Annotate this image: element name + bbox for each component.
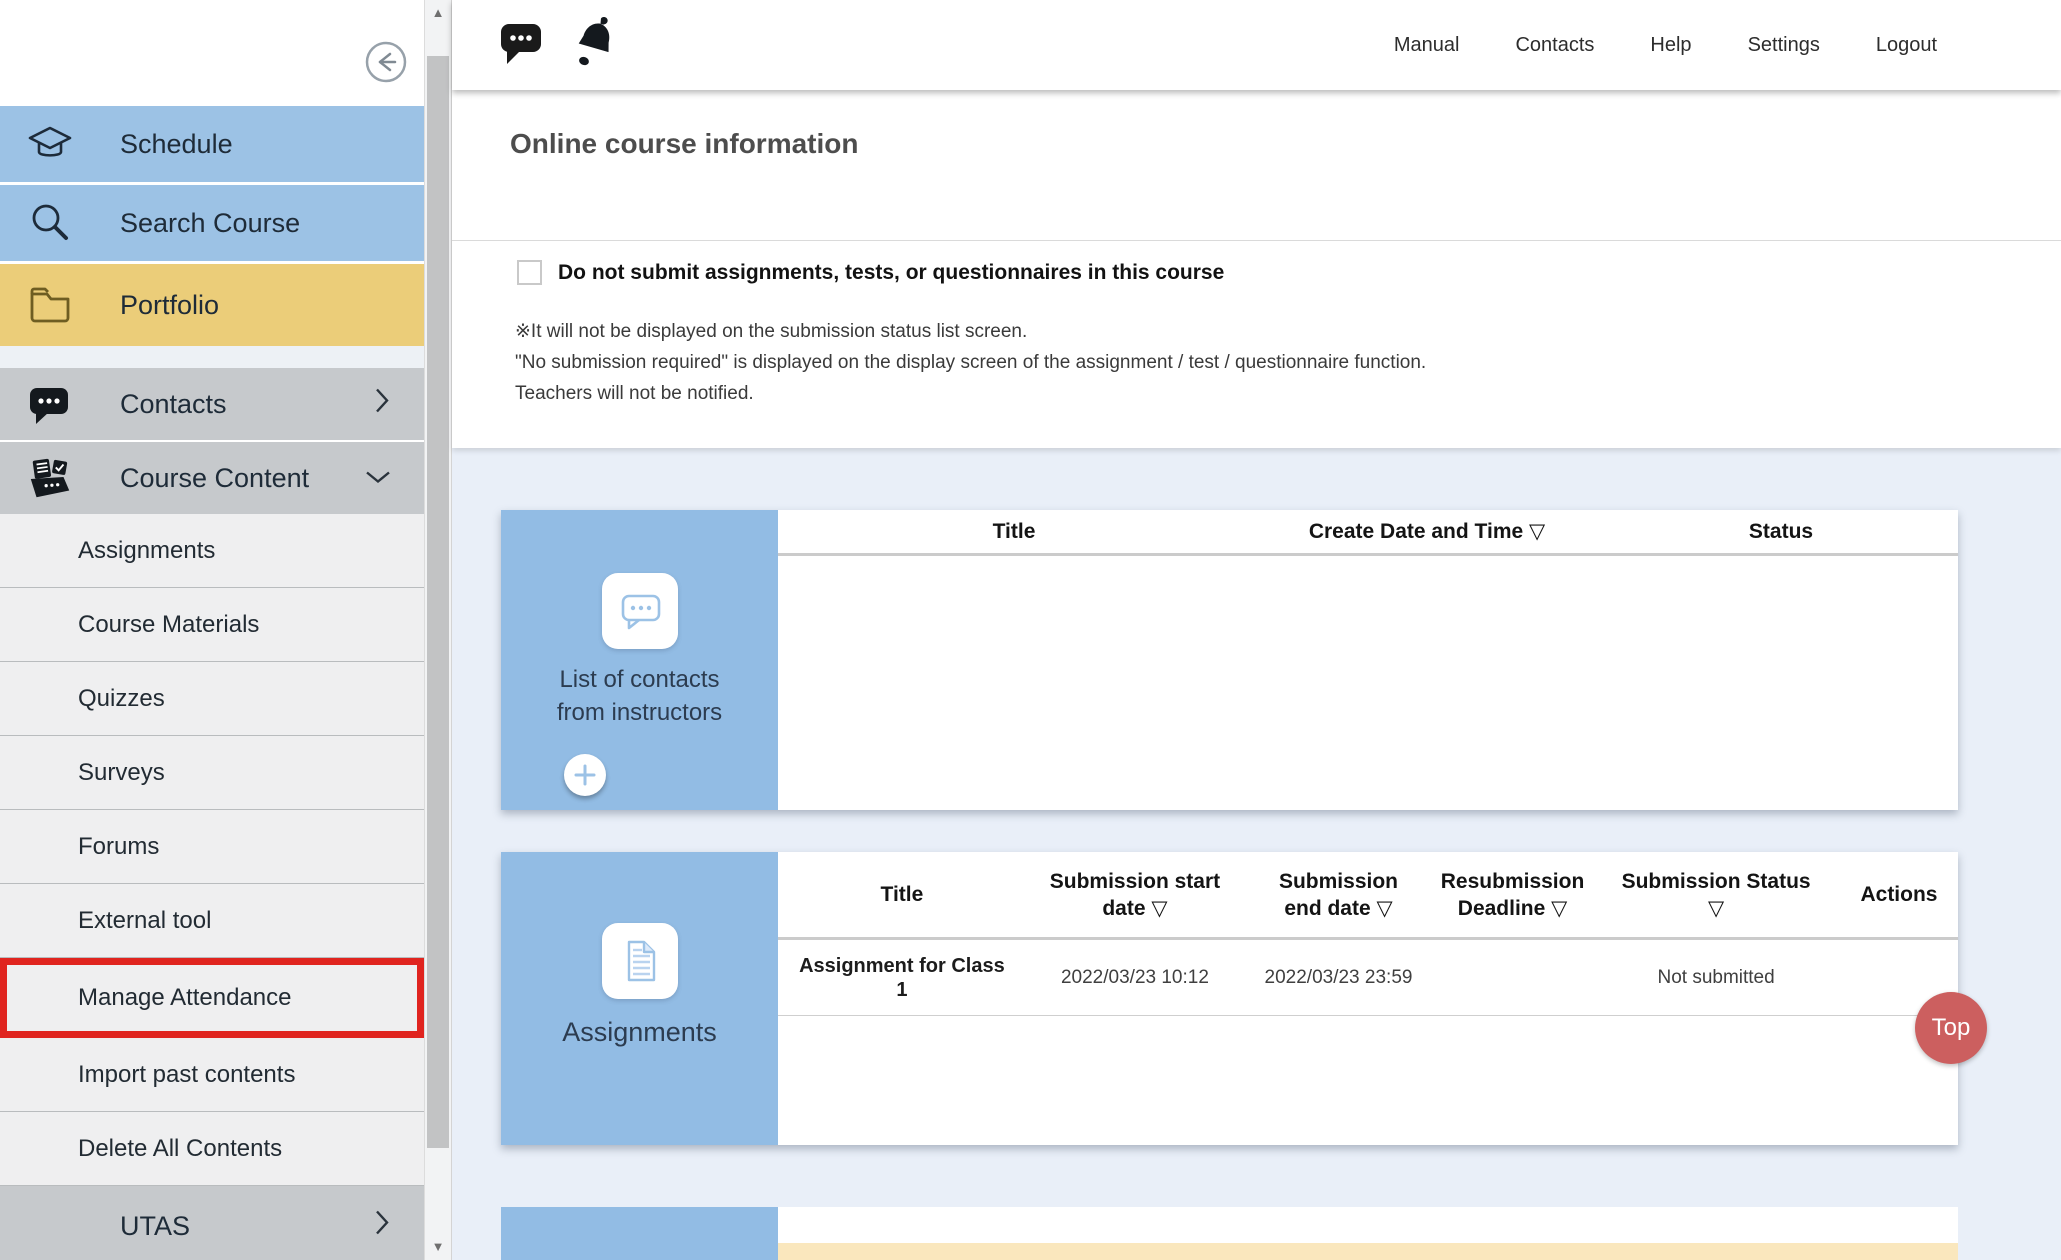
column-header-title[interactable]: Title [778,881,1026,908]
sidebar-scrollbar[interactable]: ▲ ▼ [424,0,452,1260]
sidebar-item-search-course[interactable]: Search Course [0,185,424,261]
scroll-up-arrow-icon[interactable]: ▲ [425,0,451,26]
topnav-settings[interactable]: Settings [1748,34,1820,57]
sidebar: Schedule Search Course Portfolio [0,0,424,1260]
sidebar-item-utas[interactable]: UTAS [0,1186,424,1260]
sidebar-section-gap [0,346,424,368]
do-not-submit-checkbox[interactable] [517,260,542,285]
contacts-tile [602,573,678,649]
notifications-bell-icon[interactable] [570,15,620,76]
column-header-title[interactable]: Title [778,520,1250,544]
assignment-start-date: 2022/03/23 10:12 [1026,967,1244,989]
sidebar-header [0,0,424,106]
sidebar-item-contacts[interactable]: Contacts [0,368,424,440]
sidebar-item-label: Course Content [120,463,309,494]
main-area: Manual Contacts Help Settings Logout Onl… [452,0,2061,1260]
assignment-end-date: 2022/03/23 23:59 [1244,967,1433,989]
topbar-icons [498,15,620,76]
contacts-table-header: Title Create Date and Time ▽ Status [778,510,1958,556]
table-row: Assignment for Class 1 2022/03/23 10:12 … [778,940,1958,1016]
assignment-submission-status: Not submitted [1592,967,1840,989]
topnav-contacts[interactable]: Contacts [1515,34,1594,57]
search-icon [25,198,75,248]
note-line: Teachers will not be notified. [515,378,1426,409]
column-header-actions[interactable]: Actions [1840,881,1958,908]
back-arrow-icon [365,41,407,83]
optout-row: Do not submit assignments, tests, or que… [517,260,1224,285]
sidebar-item-course-materials[interactable]: Course Materials [0,588,424,662]
sidebar-item-forums[interactable]: Forums [0,810,424,884]
chat-bubble-outline-icon [614,585,666,637]
contacts-card-panel: List of contacts from instructors [501,510,778,810]
plus-icon [572,762,598,788]
assignments-panel-title: Assignments [562,1017,717,1048]
column-header-resubmission-deadline[interactable]: Resubmission Deadline ▽ [1433,868,1592,922]
course-content-icon [25,453,75,503]
third-card [501,1207,1958,1260]
sidebar-item-label: Search Course [120,208,300,239]
course-info-panel: Online course information Do not submit … [452,90,2061,448]
sidebar-item-label: Portfolio [120,290,219,321]
add-contact-button[interactable] [564,754,606,796]
sidebar-item-label: Contacts [120,389,227,420]
assignments-card: Assignments Title Submission start date … [501,852,1958,1145]
divider [452,240,2061,241]
assignments-tile [602,923,678,999]
sidebar-item-quizzes[interactable]: Quizzes [0,662,424,736]
topnav-manual[interactable]: Manual [1394,34,1460,57]
chevron-down-icon [364,463,392,494]
topnav-help[interactable]: Help [1650,34,1691,57]
assignments-card-panel: Assignments [501,852,778,1145]
third-card-table [778,1207,1958,1260]
column-header-submission-end[interactable]: Submission end date ▽ [1244,868,1433,922]
sidebar-item-schedule[interactable]: Schedule [0,106,424,182]
do-not-submit-label: Do not submit assignments, tests, or que… [558,261,1224,285]
contacts-card: List of contacts from instructors Title … [501,510,1958,810]
topnav: Manual Contacts Help Settings Logout [1394,0,1937,90]
topnav-logout[interactable]: Logout [1876,34,1937,57]
sidebar-item-portfolio[interactable]: Portfolio [0,264,424,346]
page-title: Online course information [510,128,858,160]
note-line: ※It will not be displayed on the submiss… [515,316,1426,347]
sidebar-item-delete-all-contents[interactable]: Delete All Contents [0,1112,424,1186]
sidebar-item-assignments[interactable]: Assignments [0,514,424,588]
sidebar-item-surveys[interactable]: Surveys [0,736,424,810]
assignments-table: Title Submission start date ▽ Submission… [778,852,1958,1145]
assignment-title[interactable]: Assignment for Class 1 [778,954,1026,1002]
messages-icon[interactable] [498,19,544,72]
column-header-create-date[interactable]: Create Date and Time ▽ [1250,519,1604,544]
scroll-down-arrow-icon[interactable]: ▼ [425,1234,451,1260]
app-screen: Schedule Search Course Portfolio [0,0,2061,1260]
column-header-status[interactable]: Status [1604,520,1958,544]
sidebar-item-label: Schedule [120,129,233,160]
contacts-panel-title: List of contacts from instructors [557,663,722,729]
scroll-to-top-button[interactable]: Top [1915,992,1987,1064]
assignments-table-header: Title Submission start date ▽ Submission… [778,852,1958,940]
chevron-right-icon [372,1209,392,1244]
column-header-submission-status[interactable]: Submission Status ▽ [1592,868,1840,922]
third-card-panel [501,1207,778,1260]
scrollbar-thumb[interactable] [427,56,449,1148]
sidebar-item-manage-attendance[interactable]: Manage Attendance [0,958,424,1038]
column-header-submission-start[interactable]: Submission start date ▽ [1026,868,1244,922]
optout-notes: ※It will not be displayed on the submiss… [515,316,1426,409]
sidebar-item-course-content[interactable]: Course Content [0,442,424,514]
graduation-cap-icon [25,119,75,169]
note-line: "No submission required" is displayed on… [515,347,1426,378]
sidebar-collapse-button[interactable] [365,41,407,83]
topbar: Manual Contacts Help Settings Logout [452,0,2061,90]
sidebar-item-import-past-contents[interactable]: Import past contents [0,1038,424,1112]
folder-icon [25,280,75,330]
chat-bubble-icon [25,379,75,429]
sidebar-item-external-tool[interactable]: External tool [0,884,424,958]
highlighted-table-row [778,1243,1958,1260]
document-icon [614,935,666,987]
contacts-table: Title Create Date and Time ▽ Status [778,510,1958,810]
chevron-right-icon [372,387,392,422]
